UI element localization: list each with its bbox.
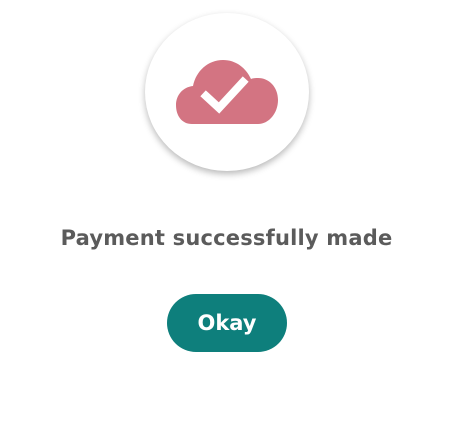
success-message: Payment successfully made [60, 226, 393, 250]
success-icon-badge [145, 13, 309, 171]
cloud-check-icon [176, 60, 278, 124]
payment-success-dialog: Payment successfully made Okay [0, 0, 453, 427]
okay-button[interactable]: Okay [167, 294, 287, 352]
